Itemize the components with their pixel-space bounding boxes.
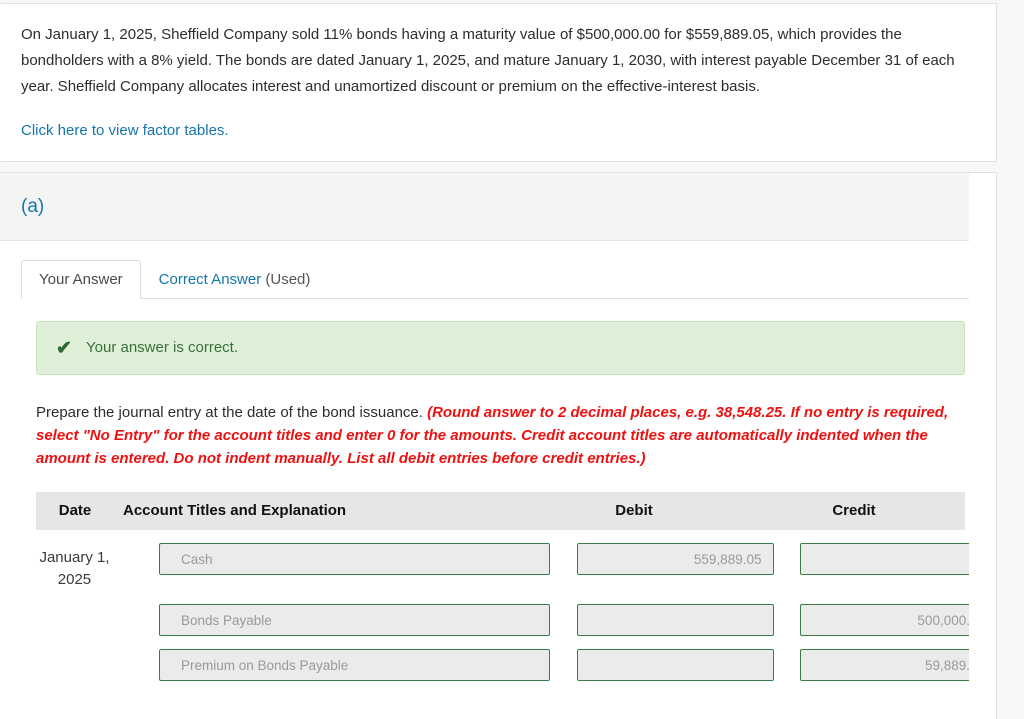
part-header: (a) <box>0 173 996 241</box>
row-date-2 <box>36 649 123 653</box>
debit-amount-input-0[interactable]: 559,889.05 <box>576 543 775 575</box>
tab-your-answer[interactable]: Your Answer <box>21 260 141 299</box>
instructions-lead: Prepare the journal entry at the date of… <box>36 404 423 421</box>
panel-scroll-gutter[interactable] <box>969 173 996 719</box>
row-date-1 <box>36 604 123 608</box>
table-row: Premium on Bonds Payable 59,889.05 <box>36 649 996 681</box>
column-header-date: Date <box>58 502 92 519</box>
credit-amount-input-1[interactable]: 500,000.00 <box>800 604 996 636</box>
column-header-credit: Credit <box>832 502 876 519</box>
credit-amount-input-2[interactable]: 59,889.05 <box>800 649 996 681</box>
account-title-input-2[interactable]: Premium on Bonds Payable <box>158 649 550 681</box>
account-title-input-1[interactable]: Bonds Payable <box>158 604 550 636</box>
problem-statement-card: On January 1, 2025, Sheffield Company so… <box>0 3 997 162</box>
correct-answer-text: Your answer is correct. <box>86 339 239 356</box>
answer-tabs: Your Answer Correct Answer (Used) <box>21 260 978 299</box>
answer-card: (a) Your Answer Correct Answer (Used) ✔ … <box>0 172 997 719</box>
problem-text: On January 1, 2025, Sheffield Company so… <box>21 26 955 95</box>
account-title-input-0[interactable]: Cash <box>158 543 550 575</box>
debit-amount-input-1[interactable] <box>576 604 775 636</box>
column-header-account: Account Titles and Explanation <box>123 502 347 519</box>
tab-your-answer-label: Your Answer <box>39 271 123 288</box>
journal-entry-table: Date Account Titles and Explanation Debi… <box>36 492 996 681</box>
column-header-debit: Debit <box>615 502 653 519</box>
journal-header-row: Date Account Titles and Explanation Debi… <box>36 492 965 530</box>
check-icon: ✔ <box>56 337 72 359</box>
table-row: Bonds Payable 500,000.00 <box>36 604 996 636</box>
credit-amount-input-0[interactable] <box>800 543 996 575</box>
tab-correct-answer-label: Correct Answer <box>158 271 262 288</box>
row-date-0: January 1, 2025 <box>39 549 110 588</box>
table-row: January 1, 2025 Cash 559,889.05 <box>36 543 996 591</box>
part-label: (a) <box>21 195 45 217</box>
debit-amount-input-2[interactable] <box>576 649 775 681</box>
tab-correct-answer[interactable]: Correct Answer (Used) <box>141 260 329 299</box>
factor-tables-link[interactable]: Click here to view factor tables. <box>21 121 229 141</box>
page-root: On January 1, 2025, Sheffield Company so… <box>0 0 1024 719</box>
tab-correct-answer-suffix: (Used) <box>261 271 311 288</box>
correct-answer-banner: ✔ Your answer is correct. <box>36 321 965 375</box>
instructions: Prepare the journal entry at the date of… <box>36 401 956 470</box>
